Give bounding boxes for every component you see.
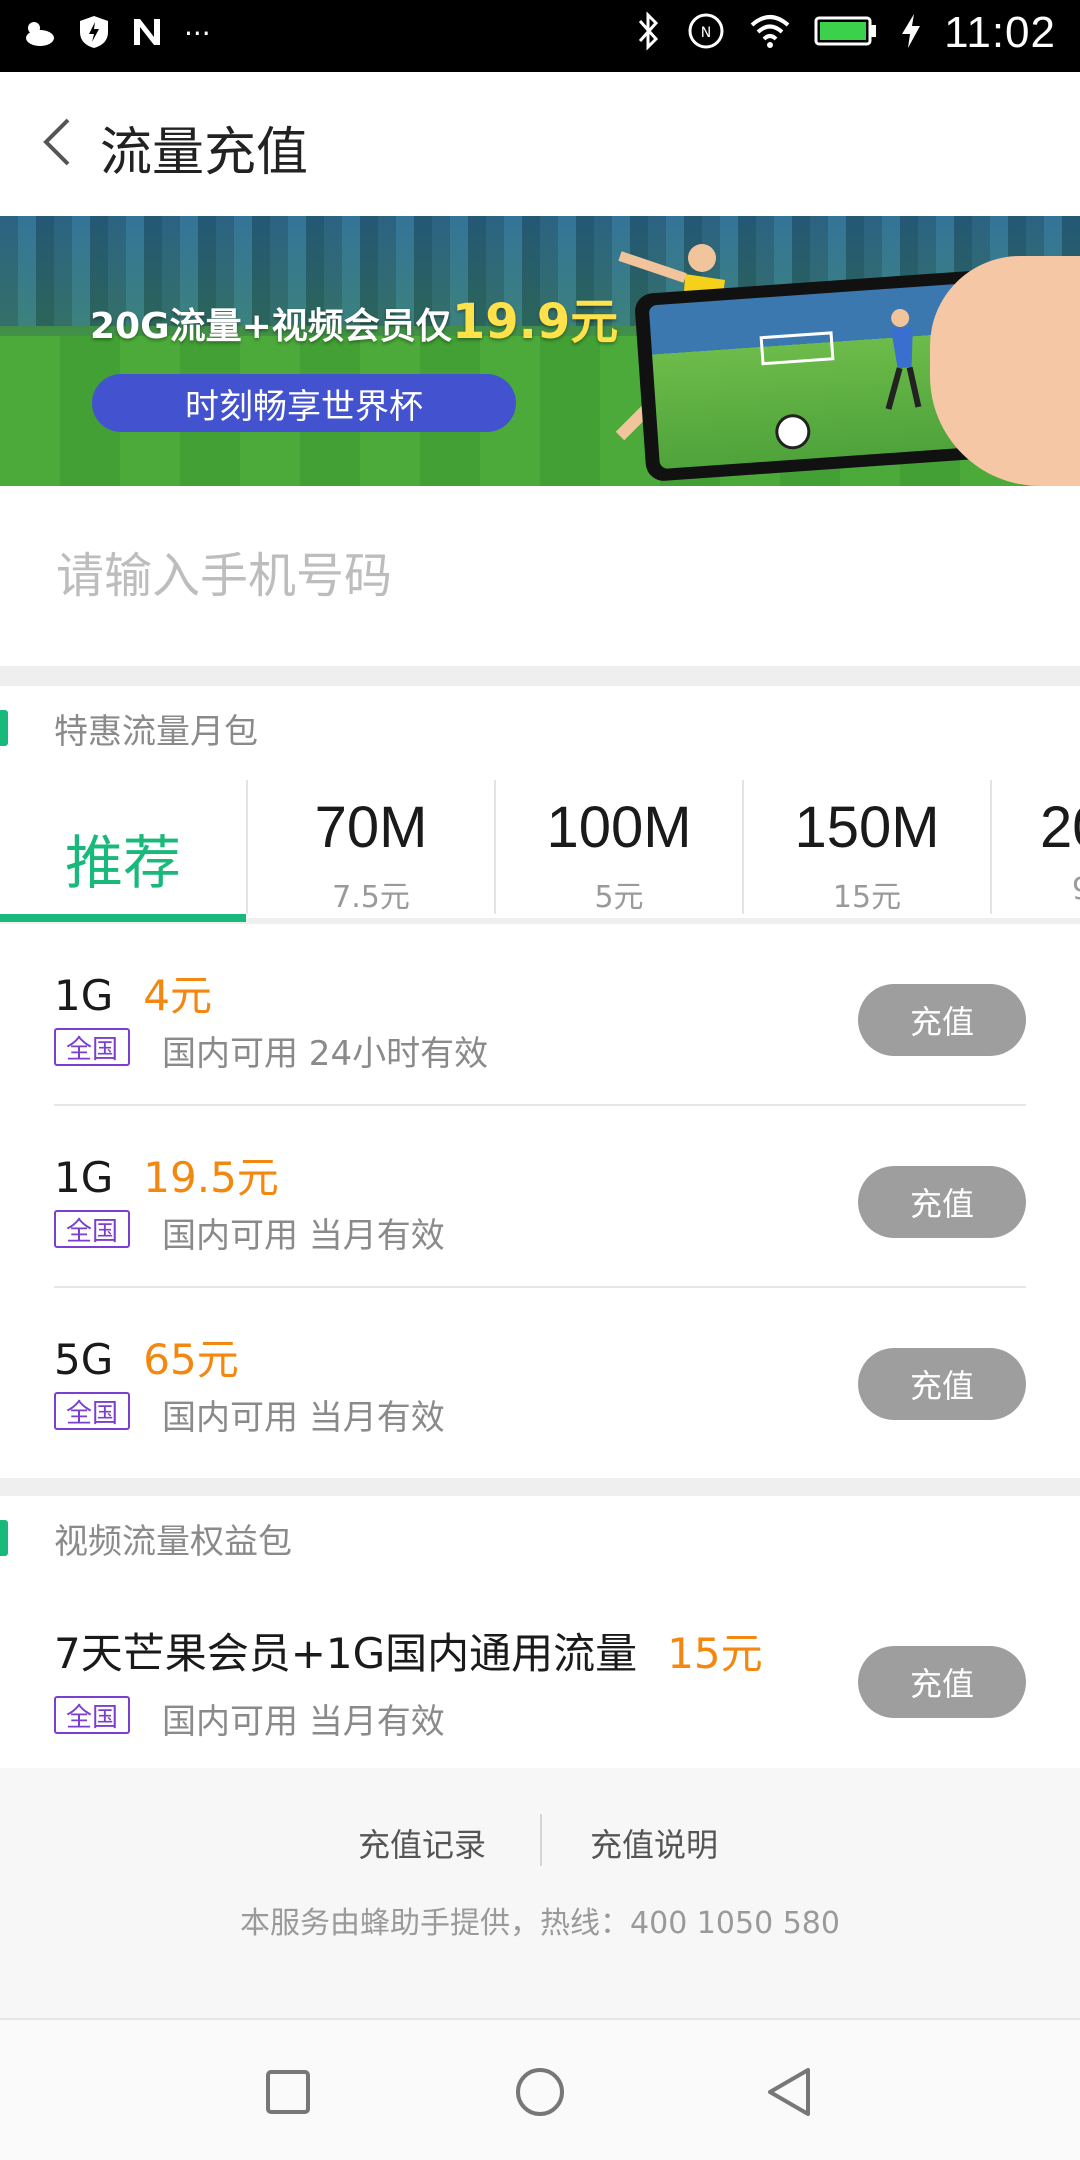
chevron-left-icon	[38, 114, 74, 174]
tab-label: 推荐	[64, 829, 181, 897]
promo-banner[interactable]: 20G流量+视频会员仅19.9元 时刻畅享世界杯	[0, 216, 1080, 486]
recent-apps-icon	[264, 2068, 312, 2120]
weather-icon	[22, 14, 58, 54]
system-nav-bar	[0, 2018, 1080, 2160]
phone-input-container	[0, 486, 1080, 666]
tab-label: 70M	[314, 795, 428, 860]
package-price: 19.5元	[143, 1153, 279, 1202]
home-button[interactable]	[500, 2054, 580, 2134]
package-row: 1G 4元 全国 国内可用 24小时有效 充值	[0, 924, 1080, 1106]
recharge-help-link[interactable]: 充值说明	[590, 1820, 718, 1866]
svg-text:N: N	[701, 25, 711, 41]
recharge-records-link[interactable]: 充值记录	[358, 1820, 486, 1866]
tab-70m[interactable]: 70M 7.5元	[248, 780, 494, 915]
package-price: 15元	[667, 1629, 763, 1678]
tab-label: 20	[1040, 795, 1080, 860]
bluetooth-icon	[634, 11, 664, 55]
region-tag: 全国	[54, 1696, 130, 1734]
package-price: 4元	[143, 971, 213, 1020]
tab-150m[interactable]: 150M 15元	[744, 780, 990, 915]
recharge-button[interactable]: 充值	[858, 1646, 1026, 1718]
package-price: 65元	[143, 1335, 239, 1384]
package-row: 1G 19.5元 全国 国内可用 当月有效 充值	[0, 1106, 1080, 1288]
video-section-title: 视频流量权益包	[54, 1522, 292, 1562]
shield-icon	[78, 14, 110, 54]
system-back-button[interactable]	[750, 2054, 830, 2134]
video-section-header: 视频流量权益包	[0, 1496, 1080, 1576]
recharge-button[interactable]: 充值	[858, 1166, 1026, 1238]
tab-100m[interactable]: 100M 5元	[496, 780, 742, 915]
package-tabs: 推荐 70M 7.5元 100M 5元 150M 15元 20 9	[0, 766, 1080, 926]
banner-headline-text: 20G流量+视频会员仅	[90, 306, 452, 347]
package-size: 1G	[54, 1153, 114, 1202]
tab-price: 7.5元	[332, 880, 410, 915]
battery-icon	[814, 14, 878, 52]
active-tab-indicator	[0, 914, 246, 922]
status-bar: ··· N 11:02	[0, 0, 1080, 72]
tab-label: 100M	[546, 795, 692, 860]
tab-price: 9	[1072, 872, 1080, 907]
banner-cta-button[interactable]: 时刻畅享世界杯	[92, 374, 516, 432]
package-name: 7天芒果会员+1G国内通用流量	[54, 1629, 638, 1678]
recharge-button[interactable]: 充值	[858, 1348, 1026, 1420]
region-tag: 全国	[54, 1392, 130, 1430]
package-description: 国内可用 当月有效	[162, 1702, 445, 1742]
footer: 充值记录 充值说明 本服务由蜂助手提供，热线：400 1050 580	[0, 1768, 1080, 2018]
recharge-button[interactable]: 充值	[858, 984, 1026, 1056]
package-row: 7天芒果会员+1G国内通用流量 15元 全国 国内可用 当月有效 充值	[0, 1576, 1080, 1768]
back-button[interactable]	[28, 116, 84, 172]
service-note: 本服务由蜂助手提供，热线：400 1050 580	[240, 1906, 840, 1941]
package-row: 5G 65元 全国 国内可用 当月有效 充值	[0, 1288, 1080, 1470]
section-separator	[0, 666, 1080, 686]
footer-link-divider	[540, 1814, 542, 1866]
page-title: 流量充值	[100, 123, 309, 183]
monthly-section-header: 特惠流量月包	[0, 686, 1080, 766]
back-triangle-icon	[764, 2066, 816, 2122]
region-tag: 全国	[54, 1028, 130, 1066]
app-header: 流量充值	[0, 72, 1080, 216]
region-tag: 全国	[54, 1210, 130, 1248]
charging-icon	[900, 12, 922, 54]
wifi-icon	[748, 11, 792, 55]
package-description: 国内可用 当月有效	[162, 1398, 445, 1438]
tab-price: 15元	[832, 880, 902, 915]
section-separator	[0, 1478, 1080, 1496]
recent-apps-button[interactable]	[248, 2054, 328, 2134]
phone-number-input[interactable]	[54, 530, 1038, 622]
banner-headline: 20G流量+视频会员仅19.9元	[90, 282, 618, 352]
home-icon	[514, 2066, 566, 2122]
package-size: 5G	[54, 1335, 114, 1384]
nfc-icon: N	[686, 11, 726, 55]
status-time: 11:02	[944, 8, 1056, 57]
tab-recommend[interactable]: 推荐	[0, 780, 246, 910]
tab-partial[interactable]: 20 9	[992, 780, 1080, 910]
package-size: 1G	[54, 971, 114, 1020]
section-accent-bar	[0, 710, 8, 746]
section-accent-bar	[0, 1520, 8, 1556]
monthly-section-title: 特惠流量月包	[54, 712, 258, 752]
tab-price: 5元	[594, 880, 644, 915]
more-dots-icon: ···	[184, 17, 211, 50]
package-description: 国内可用 24小时有效	[162, 1034, 489, 1074]
tab-label: 150M	[794, 795, 940, 860]
n-icon	[130, 15, 164, 53]
package-description: 国内可用 当月有效	[162, 1216, 445, 1256]
